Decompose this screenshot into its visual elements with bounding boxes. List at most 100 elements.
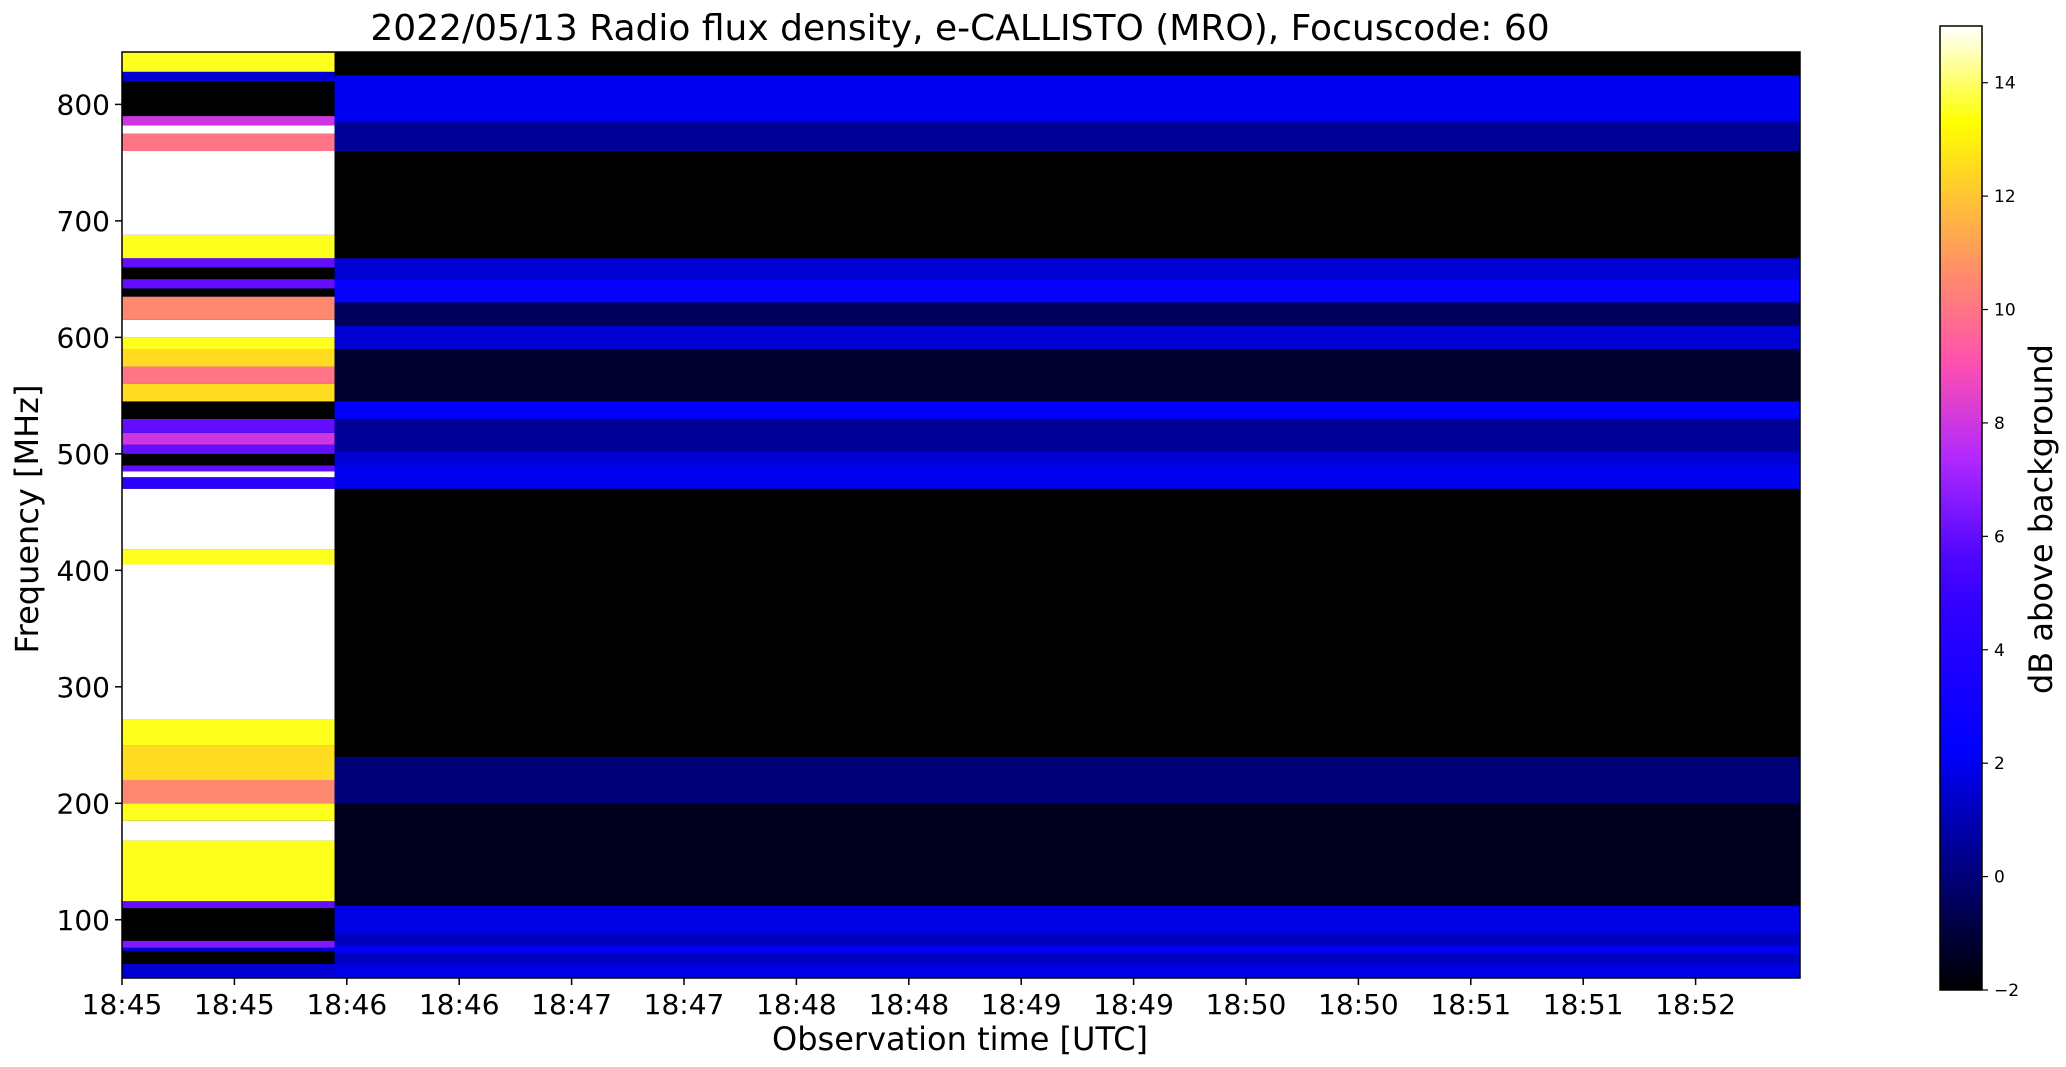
colorbar-label: dB above background [2022,344,2060,694]
x-tick-label: 18:45 [82,988,163,1021]
y-tick-label: 300 [57,671,110,704]
calibration-band [122,947,335,952]
calibration-band [122,779,335,804]
spectrum-band [334,803,1801,906]
calibration-band [122,267,335,280]
calibration-band [122,279,335,289]
spectrum-band [334,258,1801,280]
x-tick-label: 18:47 [644,988,725,1021]
calibration-band [122,125,335,134]
x-tick-label: 18:45 [194,988,275,1021]
spectrum-band [334,325,1801,350]
calibration-band [122,151,335,235]
calibration-band [122,81,335,117]
calibration-band [122,488,335,550]
calibration-band [122,319,335,338]
calibration-band [122,234,335,259]
spectrum-band [334,954,1801,965]
spectrum-band [334,964,1801,978]
calibration-band [122,116,335,126]
y-tick-label: 600 [57,321,110,354]
calibration-band [122,133,335,152]
colorbar-tick-label: 10 [1994,301,2016,321]
calibration-band [122,444,335,454]
spectrum-band [334,933,1801,946]
y-tick-label: 500 [57,438,110,471]
calibration-band [122,549,335,565]
calibration-band [122,401,335,419]
x-tick-label: 18:46 [419,988,500,1021]
calibration-band [122,840,335,902]
colorbar: −2 0 2 4 6 8 10 12 14 [1939,25,2019,1001]
colorbar-gradient [1939,25,1983,991]
colorbar-tick-label: 14 [1994,74,2016,94]
x-tick-label: 18:48 [868,988,949,1021]
calibration-band [122,52,335,72]
x-tick-label: 18:50 [1318,988,1399,1021]
spectrum-band [334,488,1801,757]
y-tick-label: 700 [57,205,110,238]
calibration-band [122,951,335,965]
spectrum-band [334,451,1801,466]
colorbar-tick-label: 2 [1994,754,2005,774]
calibration-band [122,477,335,489]
colorbar-tick-label: 8 [1994,414,2005,434]
spectrum-band [334,75,1801,122]
calibration-band [122,719,335,746]
y-tick-label: 800 [57,88,110,121]
calibration-band [122,564,335,720]
spectrum-band [334,401,1801,419]
colorbar-tick-label: 4 [1994,641,2005,661]
calibration-band [122,940,335,948]
x-tick-label: 18:50 [1206,988,1287,1021]
calibration-band [122,337,335,350]
x-tick-label: 18:49 [1093,988,1174,1021]
colorbar-tick-label: 0 [1994,868,2005,888]
x-tick-label: 18:46 [306,988,387,1021]
spectrum-band [334,121,1801,152]
y-axis-label: Frequency [MHz] [8,385,46,654]
calibration-band [122,908,335,925]
calibration-band [122,258,335,268]
x-tick-label: 18:51 [1543,988,1624,1021]
spectrum-band [334,52,1801,76]
colorbar-tick-label: −2 [1994,981,2019,1001]
y-tick-label: 200 [57,787,110,820]
calibration-band [122,453,335,466]
spectrum-band [334,349,1801,402]
x-axis: 18:45 18:45 18:46 18:46 18:47 18:47 18:48 18:48… [82,978,1736,1021]
spectrum-band [334,418,1801,452]
calibration-band [122,349,335,367]
calibration-band [122,383,335,402]
calibration-band [122,745,335,780]
spectrum-band [334,756,1801,804]
colorbar-tick-label: 6 [1994,527,2005,547]
calibration-band [122,465,335,472]
plot-area [121,51,1801,979]
spectrum-band [334,905,1801,934]
calibration-band [122,924,335,941]
calibration-band [122,418,335,433]
y-tick-label: 400 [57,554,110,587]
calibration-band [122,964,335,978]
spectrum-band [334,302,1801,326]
y-tick-label: 100 [57,904,110,937]
x-tick-label: 18:51 [1430,988,1511,1021]
spectrogram-figure: 2022/05/13 Radio flux density, e-CALLIST… [8,8,2060,1058]
x-tick-label: 18:49 [981,988,1062,1021]
spectrum-band [334,151,1801,259]
calibration-band [122,471,335,478]
y-axis: 100 200 300 400 500 600 700 800 [57,88,122,937]
colorbar-tick-label: 12 [1994,187,2016,207]
spectrum-band [334,279,1801,303]
spectrum-band [334,465,1801,489]
calibration-band [122,288,335,297]
calibration-band [122,432,335,445]
x-tick-label: 18:47 [531,988,612,1021]
chart-title: 2022/05/13 Radio flux density, e-CALLIST… [370,8,1549,49]
calibration-band [122,296,335,320]
x-tick-label: 18:52 [1655,988,1736,1021]
x-axis-label: Observation time [UTC] [772,1020,1148,1058]
calibration-band [122,803,335,821]
calibration-band [122,71,335,82]
